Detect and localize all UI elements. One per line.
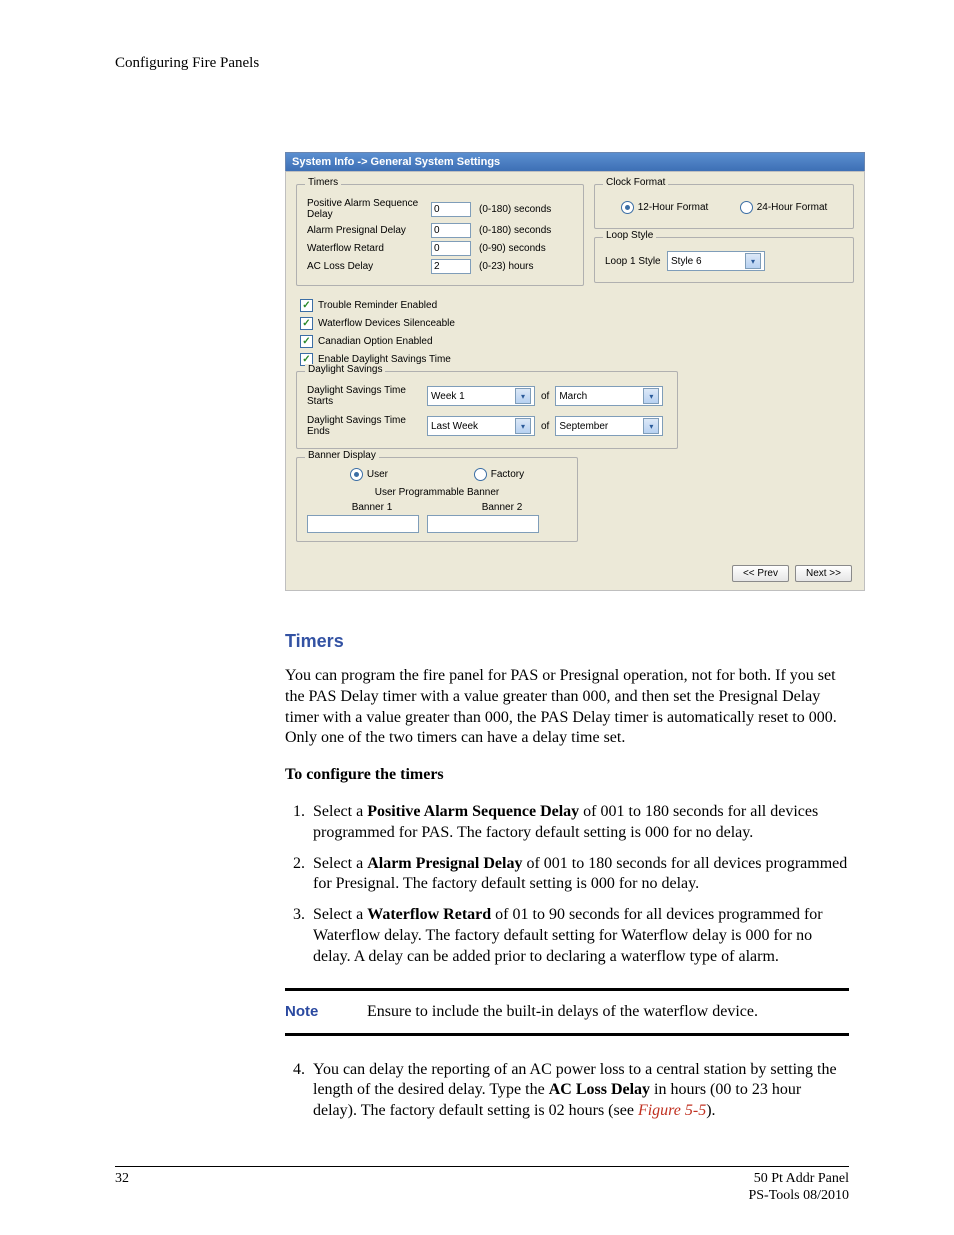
waterflow-silenceable-checkbox[interactable]: [300, 317, 313, 330]
clock-format-group: Clock Format 12-Hour Format 24-Hour Form…: [594, 184, 854, 229]
clock-12-radio[interactable]: [621, 201, 634, 214]
chevron-down-icon: ▾: [643, 388, 659, 404]
check-label: Waterflow Devices Silenceable: [318, 318, 455, 329]
chevron-down-icon: ▾: [515, 418, 531, 434]
select-value: March: [559, 391, 587, 402]
banner1-input[interactable]: [307, 515, 419, 533]
note-text: Ensure to include the built-in delays of…: [367, 1003, 758, 1021]
canadian-option-checkbox[interactable]: [300, 335, 313, 348]
select-value: Last Week: [431, 421, 478, 432]
clock-12-label: 12-Hour Format: [638, 202, 709, 213]
intro-paragraph: You can program the fire panel for PAS o…: [285, 666, 849, 749]
loop-style-select[interactable]: Style 6 ▾: [667, 251, 765, 271]
of-label: of: [541, 421, 549, 432]
chevron-down-icon: ▾: [515, 388, 531, 404]
page-number: 32: [115, 1171, 129, 1205]
timer-hint: (0-23) hours: [479, 261, 533, 272]
ds-start-month-select[interactable]: March ▾: [555, 386, 663, 406]
pas-delay-input[interactable]: [431, 202, 471, 217]
list-item: You can delay the reporting of an AC pow…: [309, 1060, 849, 1122]
chevron-down-icon: ▾: [745, 253, 761, 269]
timer-label: Alarm Presignal Delay: [307, 225, 427, 236]
check-label: Canadian Option Enabled: [318, 336, 433, 347]
page-footer: 32 50 Pt Addr Panel PS-Tools 08/2010: [115, 1166, 849, 1205]
prev-button[interactable]: << Prev: [732, 565, 789, 582]
banner2-label: Banner 2: [482, 502, 523, 513]
ds-end-month-select[interactable]: September ▾: [555, 416, 663, 436]
timer-hint: (0-90) seconds: [479, 243, 546, 254]
timer-label: Waterflow Retard: [307, 243, 427, 254]
timers-legend: Timers: [305, 177, 341, 188]
procedure-list-cont: You can delay the reporting of an AC pow…: [285, 1060, 849, 1122]
window-titlebar: System Info -> General System Settings: [285, 152, 865, 171]
timer-hint: (0-180) seconds: [479, 225, 551, 236]
banner-factory-label: Factory: [491, 469, 524, 480]
timer-hint: (0-180) seconds: [479, 204, 551, 215]
clock-24-radio[interactable]: [740, 201, 753, 214]
banner2-input[interactable]: [427, 515, 539, 533]
banner-subhead: User Programmable Banner: [307, 487, 567, 498]
figure-reference-link[interactable]: Figure 5-5: [638, 1102, 706, 1119]
presignal-delay-input[interactable]: [431, 223, 471, 238]
app-screenshot: System Info -> General System Settings T…: [285, 152, 865, 591]
ds-end-week-select[interactable]: Last Week ▾: [427, 416, 535, 436]
note-label: Note: [285, 1003, 367, 1021]
running-header: Configuring Fire Panels: [115, 55, 849, 72]
banner1-label: Banner 1: [352, 502, 393, 513]
footer-title: 50 Pt Addr Panel: [748, 1171, 849, 1188]
waterflow-retard-input[interactable]: [431, 241, 471, 256]
procedure-subhead: To configure the timers: [285, 765, 849, 786]
list-item: Select a Positive Alarm Sequence Delay o…: [309, 802, 849, 844]
ds-start-label: Daylight Savings Time Starts: [307, 385, 427, 407]
clock-legend: Clock Format: [603, 177, 668, 188]
note-block: Note Ensure to include the built-in dela…: [285, 988, 849, 1036]
ds-end-label: Daylight Savings Time Ends: [307, 415, 427, 437]
footer-date: PS-Tools 08/2010: [748, 1188, 849, 1205]
check-label: Trouble Reminder Enabled: [318, 300, 437, 311]
banner-factory-radio[interactable]: [474, 468, 487, 481]
trouble-reminder-checkbox[interactable]: [300, 299, 313, 312]
next-button[interactable]: Next >>: [795, 565, 852, 582]
clock-24-label: 24-Hour Format: [757, 202, 828, 213]
select-value: September: [559, 421, 608, 432]
loop-label: Loop 1 Style: [605, 256, 667, 267]
timers-group: Timers Positive Alarm Sequence Delay (0-…: [296, 184, 584, 286]
of-label: of: [541, 391, 549, 402]
loop-legend: Loop Style: [603, 230, 656, 241]
ac-loss-delay-input[interactable]: [431, 259, 471, 274]
loop-style-group: Loop Style Loop 1 Style Style 6 ▾: [594, 237, 854, 283]
daylight-savings-group: Daylight Savings Daylight Savings Time S…: [296, 371, 678, 449]
section-heading: Timers: [285, 631, 849, 652]
banner-user-radio[interactable]: [350, 468, 363, 481]
ds-start-week-select[interactable]: Week 1 ▾: [427, 386, 535, 406]
procedure-list: Select a Positive Alarm Sequence Delay o…: [285, 802, 849, 968]
ds-legend: Daylight Savings: [305, 364, 385, 375]
chevron-down-icon: ▾: [643, 418, 659, 434]
banner-user-label: User: [367, 469, 388, 480]
loop-style-value: Style 6: [671, 256, 702, 267]
select-value: Week 1: [431, 391, 465, 402]
timer-label: AC Loss Delay: [307, 261, 427, 272]
list-item: Select a Alarm Presignal Delay of 001 to…: [309, 854, 849, 896]
timer-label: Positive Alarm Sequence Delay: [307, 198, 427, 220]
banner-display-group: Banner Display User Factory User Program…: [296, 457, 578, 542]
banner-legend: Banner Display: [305, 450, 379, 461]
list-item: Select a Waterflow Retard of 01 to 90 se…: [309, 905, 849, 967]
